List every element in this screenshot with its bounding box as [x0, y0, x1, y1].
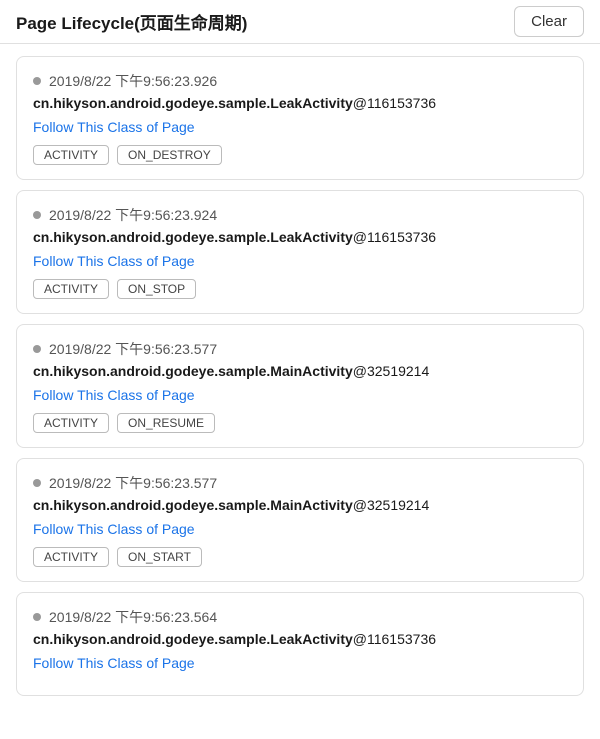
list-item: 2019/8/22 下午9:56:23.924 cn.hikyson.androi… — [16, 190, 584, 314]
follow-class-link[interactable]: Follow This Class of Page — [33, 253, 195, 269]
tag-badge: ACTIVITY — [33, 279, 109, 299]
tag-badge: ON_STOP — [117, 279, 196, 299]
card-timestamp: 2019/8/22 下午9:56:23.924 — [49, 205, 217, 225]
tag-badge: ON_DESTROY — [117, 145, 222, 165]
bullet-icon — [33, 613, 41, 621]
card-tags: ACTIVITY ON_RESUME — [33, 413, 567, 433]
tag-badge: ACTIVITY — [33, 413, 109, 433]
tag-badge: ACTIVITY — [33, 547, 109, 567]
follow-class-link[interactable]: Follow This Class of Page — [33, 387, 195, 403]
card-timestamp-row: 2019/8/22 下午9:56:23.564 — [33, 607, 567, 627]
card-class-name: cn.hikyson.android.godeye.sample.MainAct… — [33, 363, 567, 379]
card-class-name: cn.hikyson.android.godeye.sample.LeakAct… — [33, 229, 567, 245]
card-timestamp: 2019/8/22 下午9:56:23.926 — [49, 71, 217, 91]
tag-badge: ON_RESUME — [117, 413, 215, 433]
list-item: 2019/8/22 下午9:56:23.564 cn.hikyson.androi… — [16, 592, 584, 696]
bullet-icon — [33, 479, 41, 487]
card-tags: ACTIVITY ON_STOP — [33, 279, 567, 299]
clear-button[interactable]: Clear — [514, 6, 584, 37]
tag-badge: ACTIVITY — [33, 145, 109, 165]
card-list: 2019/8/22 下午9:56:23.926 cn.hikyson.androi… — [0, 44, 600, 708]
list-item: 2019/8/22 下午9:56:23.577 cn.hikyson.androi… — [16, 324, 584, 448]
tag-badge: ON_START — [117, 547, 202, 567]
bullet-icon — [33, 211, 41, 219]
card-timestamp-row: 2019/8/22 下午9:56:23.577 — [33, 473, 567, 493]
card-timestamp-row: 2019/8/22 下午9:56:23.577 — [33, 339, 567, 359]
follow-class-link[interactable]: Follow This Class of Page — [33, 655, 195, 671]
page-title: Page Lifecycle(页面生命周期) — [16, 9, 247, 34]
card-class-name: cn.hikyson.android.godeye.sample.LeakAct… — [33, 631, 567, 647]
card-class-name: cn.hikyson.android.godeye.sample.LeakAct… — [33, 95, 567, 111]
list-item: 2019/8/22 下午9:56:23.577 cn.hikyson.androi… — [16, 458, 584, 582]
card-class-name: cn.hikyson.android.godeye.sample.MainAct… — [33, 497, 567, 513]
follow-class-link[interactable]: Follow This Class of Page — [33, 119, 195, 135]
bullet-icon — [33, 345, 41, 353]
card-tags: ACTIVITY ON_START — [33, 547, 567, 567]
page-header: Page Lifecycle(页面生命周期) Clear — [0, 0, 600, 44]
card-tags: ACTIVITY ON_DESTROY — [33, 145, 567, 165]
card-timestamp: 2019/8/22 下午9:56:23.564 — [49, 607, 217, 627]
follow-class-link[interactable]: Follow This Class of Page — [33, 521, 195, 537]
card-timestamp-row: 2019/8/22 下午9:56:23.926 — [33, 71, 567, 91]
card-timestamp: 2019/8/22 下午9:56:23.577 — [49, 339, 217, 359]
card-timestamp: 2019/8/22 下午9:56:23.577 — [49, 473, 217, 493]
list-item: 2019/8/22 下午9:56:23.926 cn.hikyson.androi… — [16, 56, 584, 180]
bullet-icon — [33, 77, 41, 85]
card-timestamp-row: 2019/8/22 下午9:56:23.924 — [33, 205, 567, 225]
